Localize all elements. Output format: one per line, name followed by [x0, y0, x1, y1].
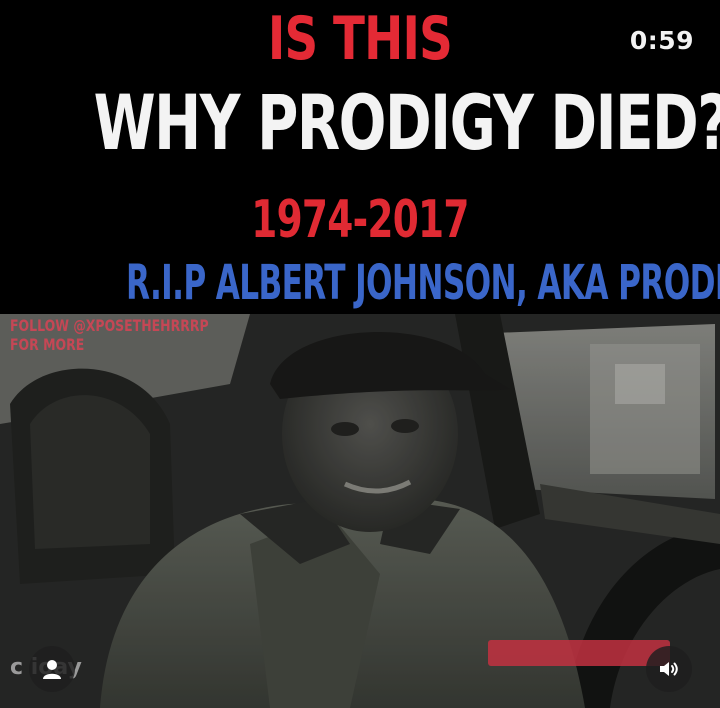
follow-caption-line1: FOLLOW @XPOSETHEHRRRP: [10, 316, 209, 335]
follow-caption-line2: FOR MORE: [10, 335, 85, 354]
headline-main: WHY PRODIGY DIED?: [93, 78, 720, 167]
headline-years: 1974-2017: [251, 190, 469, 250]
time-remaining: 0:59: [629, 26, 694, 55]
brand-banner: [488, 640, 670, 666]
headline-question: IS THIS: [267, 4, 453, 74]
person-icon: [43, 660, 61, 679]
video-post[interactable]: IS THIS WHY PRODIGY DIED? 1974-2017 R.I.…: [0, 0, 720, 708]
follow-caption: FOLLOW @XPOSETHEHRRRP FOR MORE: [10, 316, 209, 354]
speaker-icon: [660, 662, 678, 676]
headline-rip: R.I.P ALBERT JOHNSON, AKA PRODIGY: [126, 255, 720, 311]
user-tag-button[interactable]: [29, 646, 75, 692]
sound-toggle-button[interactable]: [646, 646, 692, 692]
